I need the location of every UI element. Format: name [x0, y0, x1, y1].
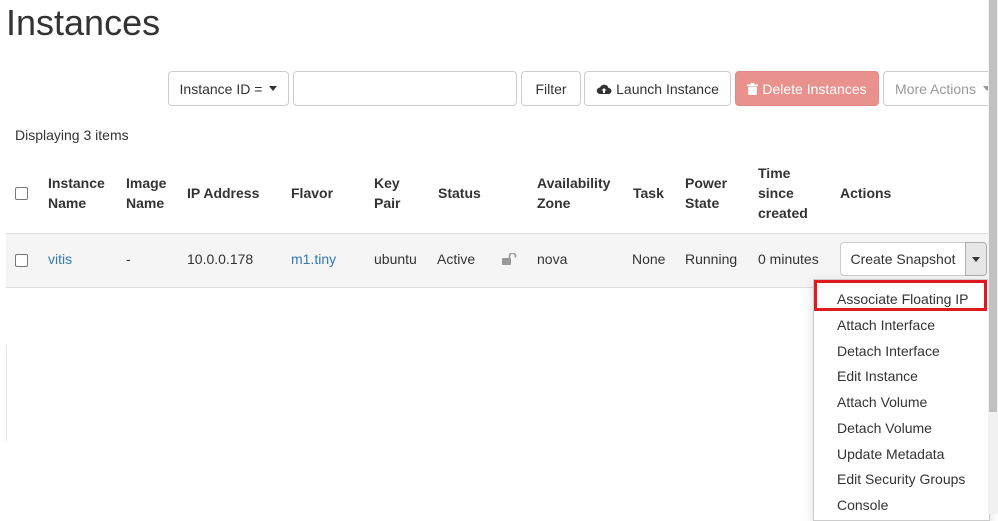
item-count: Displaying 3 items — [15, 127, 129, 143]
chevron-down-icon — [972, 256, 980, 262]
create-snapshot-button[interactable]: Create Snapshot — [840, 242, 966, 276]
more-actions-button[interactable]: More Actions — [883, 71, 998, 106]
row-checkbox[interactable] — [15, 254, 28, 267]
chevron-down-icon — [269, 86, 278, 91]
column-header-flavor[interactable]: Flavor — [291, 183, 333, 203]
trash-icon — [747, 82, 759, 95]
launch-instance-button[interactable]: Launch Instance — [584, 71, 731, 106]
status-cell: Active — [437, 251, 476, 267]
row-actions-toggle[interactable] — [965, 242, 987, 276]
ip-address-cell: 10.0.0.178 — [187, 251, 254, 267]
column-header-status[interactable]: Status — [438, 183, 481, 203]
instance-name-link[interactable]: vitis — [48, 251, 72, 267]
availability-zone-cell: nova — [537, 251, 568, 267]
select-all-checkbox[interactable] — [15, 187, 28, 200]
filter-button-label: Filter — [535, 80, 567, 97]
search-input[interactable] — [293, 71, 517, 106]
cloud-upload-icon — [596, 84, 612, 94]
flavor-link[interactable]: m1.tiny — [291, 251, 336, 267]
delete-instances-button[interactable]: Delete Instances — [735, 71, 879, 106]
column-header-image-name[interactable]: Image Name — [126, 173, 166, 213]
filter-field-dropdown[interactable]: Instance ID = — [168, 71, 289, 106]
column-header-ip-address[interactable]: IP Address — [187, 183, 259, 203]
menu-item-detach-volume[interactable]: Detach Volume — [837, 420, 932, 436]
row-actions-menu: Associate Floating IP Attach Interface D… — [813, 279, 990, 521]
image-name-cell: - — [126, 251, 131, 267]
menu-item-associate-floating-ip[interactable]: Associate Floating IP — [837, 291, 969, 307]
task-cell: None — [632, 251, 666, 267]
create-snapshot-label: Create Snapshot — [850, 251, 956, 267]
scrollbar-thumb[interactable] — [989, 0, 997, 412]
time-since-created-cell: 0 minutes — [758, 251, 819, 267]
menu-item-edit-instance[interactable]: Edit Instance — [837, 368, 918, 384]
menu-item-attach-volume[interactable]: Attach Volume — [837, 394, 927, 410]
column-header-actions: Actions — [840, 185, 892, 201]
menu-item-attach-interface[interactable]: Attach Interface — [837, 317, 935, 333]
menu-item-console[interactable]: Console — [837, 497, 888, 513]
column-header-key-pair[interactable]: Key Pair — [374, 173, 400, 213]
menu-item-edit-security-groups[interactable]: Edit Security Groups — [837, 471, 965, 487]
menu-item-update-metadata[interactable]: Update Metadata — [837, 446, 944, 462]
filter-button[interactable]: Filter — [521, 71, 581, 106]
page-title: Instances — [6, 2, 161, 43]
filter-field-label: Instance ID = — [179, 80, 263, 97]
delete-instances-label: Delete Instances — [762, 80, 867, 97]
divider — [6, 345, 7, 441]
unlock-icon — [502, 253, 517, 265]
more-actions-label: More Actions — [895, 80, 976, 97]
launch-instance-label: Launch Instance — [616, 80, 719, 97]
power-state-cell: Running — [685, 251, 738, 267]
column-header-instance-name[interactable]: Instance Name — [48, 173, 105, 213]
column-header-task[interactable]: Task — [633, 183, 664, 203]
menu-item-detach-interface[interactable]: Detach Interface — [837, 343, 940, 359]
column-header-availability-zone[interactable]: Availability Zone — [537, 173, 610, 213]
column-header-time-since-created[interactable]: Time since created — [758, 163, 808, 223]
column-header-power-state[interactable]: Power State — [685, 173, 727, 213]
key-pair-cell: ubuntu — [374, 251, 417, 267]
